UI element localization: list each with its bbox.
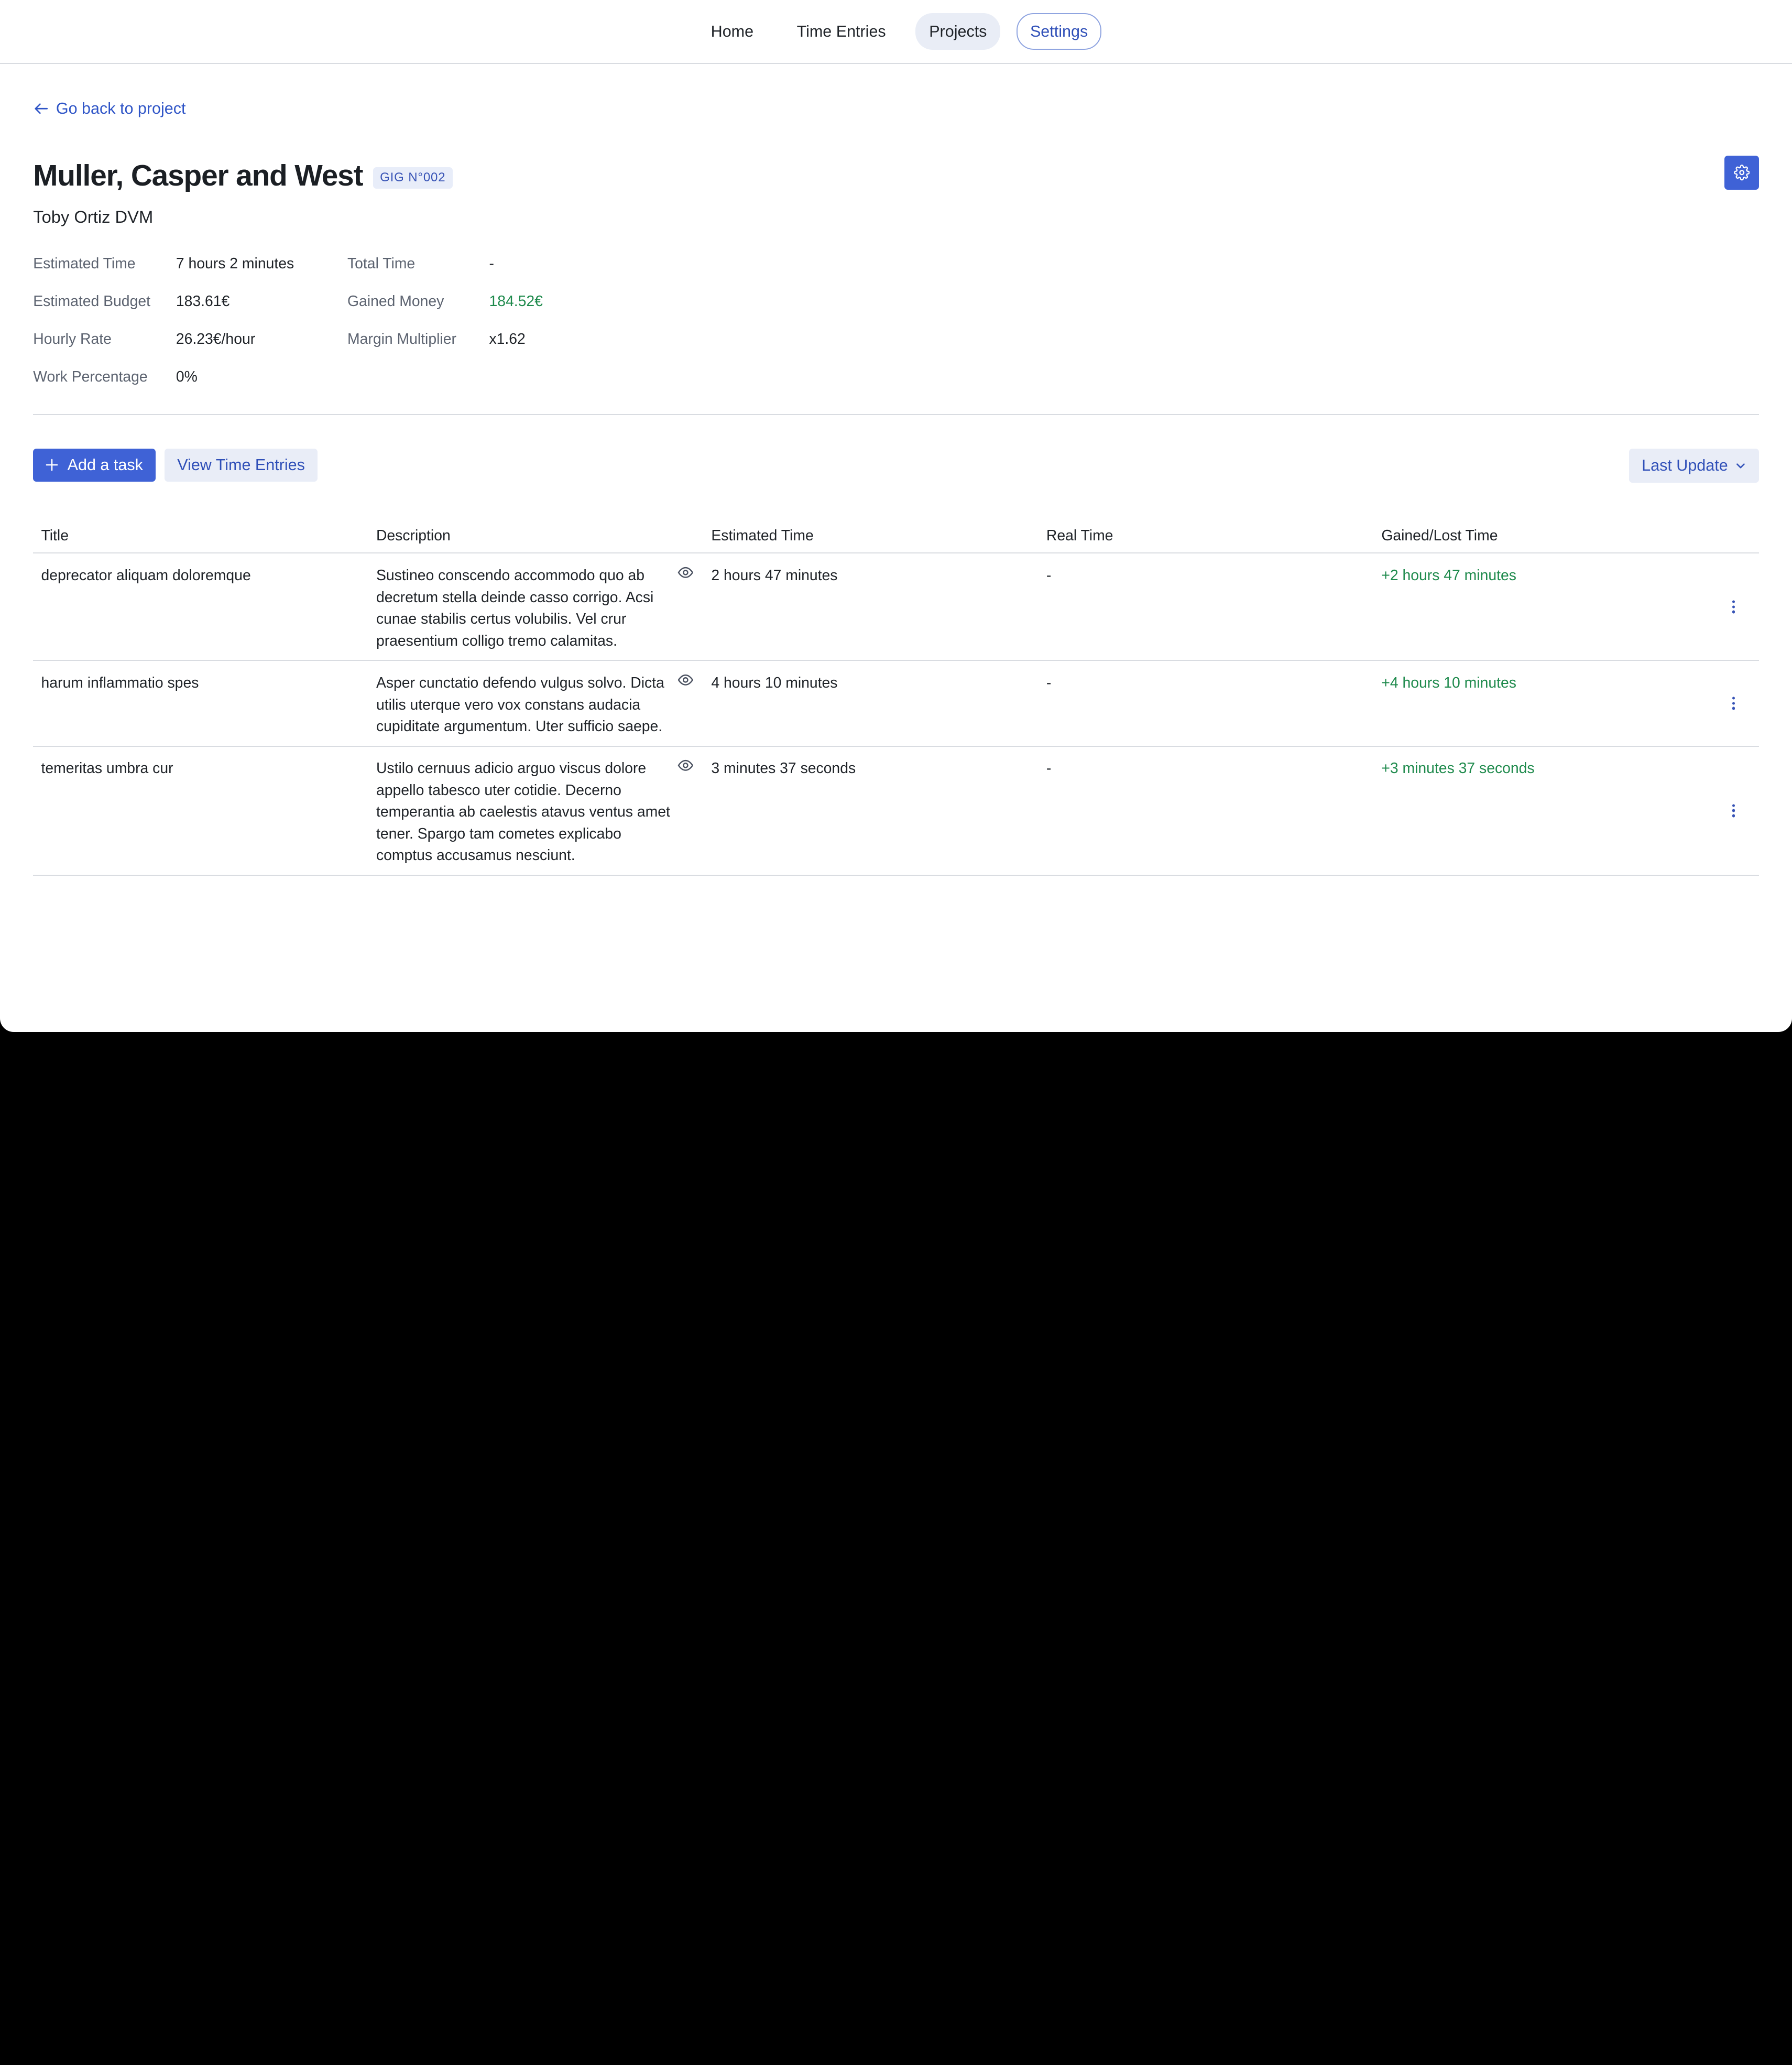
task-estimated-time: 3 minutes 37 seconds bbox=[703, 746, 1039, 876]
estimated-budget-value: 183.61€ bbox=[176, 292, 230, 310]
page-title: Muller, Casper and West bbox=[33, 159, 363, 193]
add-task-button[interactable]: Add a task bbox=[33, 448, 156, 482]
sort-dropdown[interactable]: Last Update bbox=[1629, 448, 1759, 483]
main-content: Go back to project Muller, Casper and We… bbox=[0, 64, 1792, 876]
chevron-down-icon bbox=[1736, 463, 1745, 469]
margin-multiplier-value: x1.62 bbox=[489, 330, 526, 347]
client-name: Toby Ortiz DVM bbox=[33, 207, 154, 226]
work-percentage-value: 0% bbox=[176, 368, 198, 385]
task-title: temeritas umbra cur bbox=[33, 746, 368, 876]
task-gained-lost-time: +2 hours 47 minutes bbox=[1373, 553, 1713, 661]
eye-icon[interactable] bbox=[677, 757, 694, 774]
task-real-time: - bbox=[1038, 746, 1374, 876]
top-nav: Home Time Entries Projects Settings bbox=[0, 0, 1792, 64]
divider bbox=[33, 414, 1759, 416]
more-vertical-icon[interactable] bbox=[1724, 694, 1743, 713]
column-header-actions bbox=[1713, 514, 1759, 554]
task-description-cell: Ustilo cernuus adicio arguo viscus dolor… bbox=[368, 746, 704, 876]
table-row[interactable]: temeritas umbra cur Ustilo cernuus adici… bbox=[33, 746, 1759, 876]
back-link-label: Go back to project bbox=[56, 99, 186, 117]
gained-money-label: Gained Money bbox=[347, 292, 444, 310]
total-time-value: - bbox=[489, 255, 494, 272]
project-stats: Estimated Time 7 hours 2 minutes Total T… bbox=[33, 254, 1758, 387]
task-gained-lost-time: +3 minutes 37 seconds bbox=[1373, 746, 1713, 876]
view-time-entries-button[interactable]: View Time Entries bbox=[165, 448, 318, 482]
eye-icon[interactable] bbox=[677, 671, 694, 689]
task-description: Ustilo cernuus adicio arguo viscus dolor… bbox=[376, 760, 670, 864]
table-row[interactable]: harum inflammatio spes Asper cunctatio d… bbox=[33, 660, 1759, 747]
estimated-time-label: Estimated Time bbox=[33, 255, 136, 272]
nav-time-entries[interactable]: Time Entries bbox=[783, 13, 900, 50]
margin-multiplier-label: Margin Multiplier bbox=[347, 330, 456, 347]
hourly-rate-label: Hourly Rate bbox=[33, 330, 112, 347]
project-header: Muller, Casper and West GIG N°002 bbox=[33, 155, 1759, 193]
task-title: deprecator aliquam doloremque bbox=[33, 553, 368, 661]
sort-label: Last Update bbox=[1642, 456, 1728, 474]
more-vertical-icon[interactable] bbox=[1724, 801, 1743, 820]
more-vertical-icon[interactable] bbox=[1724, 597, 1743, 616]
back-to-project-link[interactable]: Go back to project bbox=[33, 99, 186, 118]
table-header-row: Title Description Estimated Time Real Ti… bbox=[33, 514, 1759, 554]
estimated-time-value: 7 hours 2 minutes bbox=[176, 255, 294, 272]
hourly-rate-value: 26.23€/hour bbox=[176, 330, 256, 347]
nav-settings[interactable]: Settings bbox=[1016, 13, 1102, 50]
task-estimated-time: 2 hours 47 minutes bbox=[703, 553, 1039, 661]
row-actions-cell bbox=[1713, 746, 1759, 876]
total-time-label: Total Time bbox=[347, 255, 416, 272]
row-actions-cell bbox=[1713, 660, 1759, 747]
gig-badge: GIG N°002 bbox=[373, 167, 453, 189]
nav-projects[interactable]: Projects bbox=[915, 13, 1001, 50]
eye-icon[interactable] bbox=[677, 564, 694, 581]
task-description: Sustineo conscendo accommodo quo ab decr… bbox=[376, 567, 654, 649]
app-window: Home Time Entries Projects Settings Go b… bbox=[0, 0, 1792, 1032]
row-actions-cell bbox=[1713, 553, 1759, 661]
column-header-description[interactable]: Description bbox=[368, 514, 704, 554]
column-header-gained-lost-time[interactable]: Gained/Lost Time bbox=[1373, 514, 1713, 554]
column-header-real-time[interactable]: Real Time bbox=[1038, 514, 1374, 554]
task-estimated-time: 4 hours 10 minutes bbox=[703, 660, 1039, 747]
gained-money-value: 184.52€ bbox=[489, 292, 543, 310]
arrow-left-icon bbox=[35, 103, 48, 114]
task-description-cell: Sustineo conscendo accommodo quo ab decr… bbox=[368, 553, 704, 661]
task-description: Asper cunctatio defendo vulgus solvo. Di… bbox=[376, 675, 664, 735]
task-gained-lost-time: +4 hours 10 minutes bbox=[1373, 660, 1713, 747]
column-header-title[interactable]: Title bbox=[33, 514, 368, 554]
work-percentage-label: Work Percentage bbox=[33, 368, 148, 385]
estimated-budget-label: Estimated Budget bbox=[33, 292, 150, 310]
column-header-estimated-time[interactable]: Estimated Time bbox=[703, 514, 1039, 554]
plus-icon bbox=[46, 459, 58, 471]
project-settings-button[interactable] bbox=[1724, 155, 1759, 190]
task-real-time: - bbox=[1038, 553, 1374, 661]
task-toolbar: Add a task View Time Entries Last Update bbox=[33, 448, 1759, 483]
task-title: harum inflammatio spes bbox=[33, 660, 368, 747]
gear-icon bbox=[1733, 165, 1750, 181]
task-real-time: - bbox=[1038, 660, 1374, 747]
nav-home[interactable]: Home bbox=[697, 13, 767, 50]
task-description-cell: Asper cunctatio defendo vulgus solvo. Di… bbox=[368, 660, 704, 747]
tasks-table: Title Description Estimated Time Real Ti… bbox=[33, 514, 1759, 876]
add-task-label: Add a task bbox=[67, 455, 143, 474]
table-row[interactable]: deprecator aliquam doloremque Sustineo c… bbox=[33, 553, 1759, 661]
